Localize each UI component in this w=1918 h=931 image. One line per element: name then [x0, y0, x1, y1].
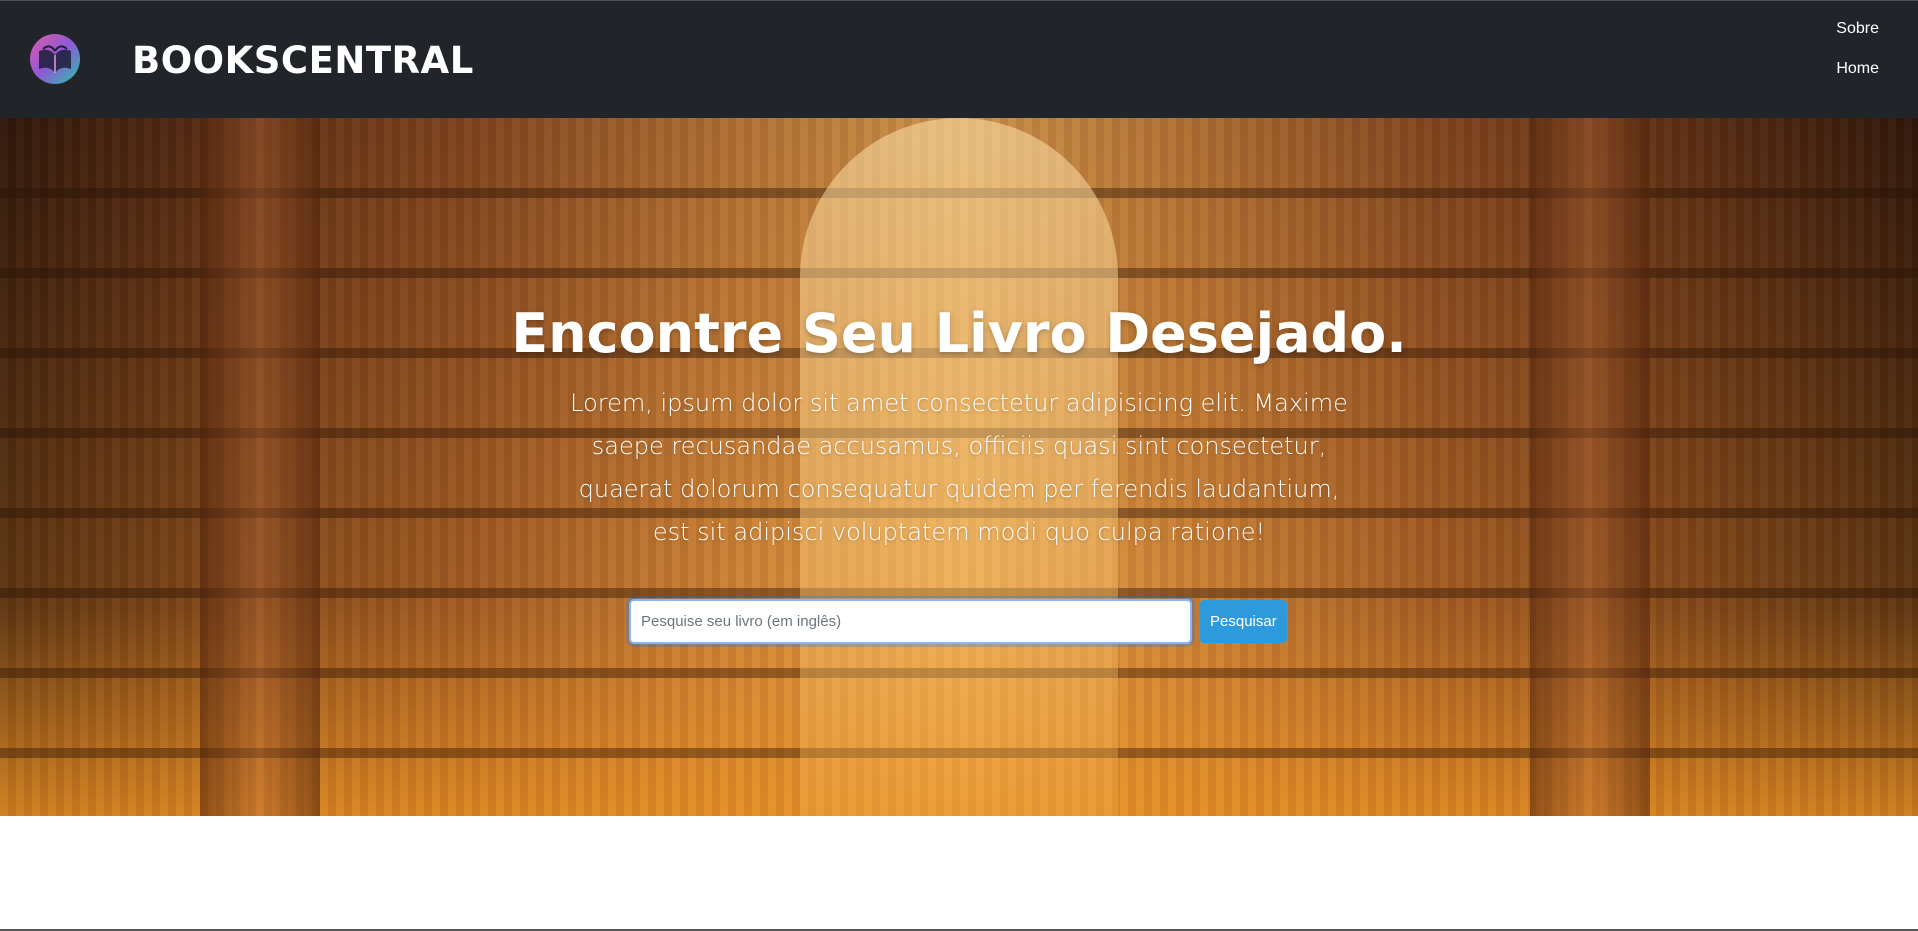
top-navbar: BOOKSCENTRAL Sobre Home	[0, 0, 1918, 118]
hero-title: Encontre Seu Livro Desejado.	[511, 302, 1407, 365]
brand-title[interactable]: BOOKSCENTRAL	[132, 37, 474, 85]
nav-links: Sobre Home	[1836, 19, 1879, 99]
nav-link-home[interactable]: Home	[1836, 59, 1879, 79]
search-form: Pesquisar	[629, 599, 1287, 644]
nav-link-sobre[interactable]: Sobre	[1836, 19, 1879, 39]
hero-decor-pillar	[1530, 118, 1650, 816]
hero-description: Lorem, ipsum dolor sit amet consectetur …	[570, 389, 1348, 546]
search-button[interactable]: Pesquisar	[1200, 600, 1287, 643]
hero-banner: Encontre Seu Livro Desejado. Lorem, ipsu…	[0, 118, 1918, 816]
open-book-logo-icon[interactable]	[29, 33, 81, 85]
hero-decor-pillar	[200, 118, 320, 816]
search-input[interactable]	[629, 599, 1192, 644]
